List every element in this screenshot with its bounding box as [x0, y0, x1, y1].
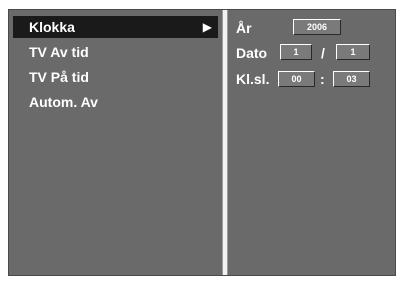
menu-item-label: TV På tid [29, 69, 89, 85]
date-day-field[interactable]: 1 [280, 44, 312, 60]
menu-item-label: Autom. Av [29, 94, 98, 110]
menu-item-autom-av[interactable]: Autom. Av [13, 91, 218, 113]
date-label: Dato [236, 45, 268, 61]
osd-menu-window: Klokka ▶ TV Av tid TV På tid Autom. Av Å… [8, 9, 396, 276]
menu-item-tv-pa-tid[interactable]: TV På tid [13, 66, 218, 88]
menu-item-label: Klokka [29, 19, 75, 35]
time-label: Kl.sl. [236, 71, 270, 87]
time-hours-field[interactable]: 00 [278, 71, 315, 87]
year-label: År [236, 20, 252, 36]
menu-list: Klokka ▶ TV Av tid TV På tid Autom. Av [9, 10, 222, 275]
menu-item-klokka[interactable]: Klokka ▶ [13, 16, 218, 38]
date-month-field[interactable]: 1 [336, 44, 370, 60]
time-separator: : [320, 71, 325, 87]
year-field[interactable]: 2006 [293, 19, 341, 35]
time-minutes-field[interactable]: 03 [333, 71, 370, 87]
menu-item-label: TV Av tid [29, 44, 89, 60]
menu-item-tv-av-tid[interactable]: TV Av tid [13, 41, 218, 63]
date-separator: / [321, 45, 325, 61]
arrow-right-icon: ▶ [202, 20, 212, 34]
clock-settings-panel: År 2006 Dato 1 / 1 Kl.sl. 00 : 03 [228, 10, 395, 275]
